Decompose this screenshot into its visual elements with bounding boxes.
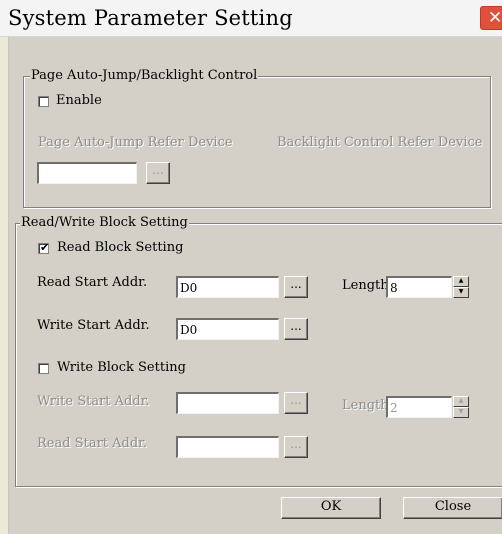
close-window-button[interactable]: ✕: [480, 6, 502, 30]
read-length-input[interactable]: 8: [386, 276, 452, 298]
title-bar[interactable]: System Parameter Setting ✕: [0, 0, 502, 37]
read-start-browse-button-disabled[interactable]: ...: [284, 436, 308, 458]
read-start-browse-button[interactable]: ...: [284, 276, 308, 298]
spin-up-icon[interactable]: ▲: [453, 396, 469, 407]
write-start-addr-input-disabled[interactable]: [176, 392, 279, 414]
read-length-label: Length: [342, 278, 389, 293]
write-length-spinner[interactable]: ▲ ▼: [453, 396, 469, 418]
read-length-spinner[interactable]: ▲ ▼: [453, 276, 469, 298]
enable-label[interactable]: Enable: [56, 93, 102, 108]
write-start-addr-label: Write Start Addr.: [37, 318, 150, 333]
spin-down-icon[interactable]: ▼: [453, 407, 469, 418]
write-start-browse-button-disabled[interactable]: ...: [284, 392, 308, 414]
dialog-title: System Parameter Setting: [8, 6, 293, 30]
read-start-addr-label-disabled: Read Start Addr.: [37, 436, 148, 451]
backlight-refer-device-label: Backlight Control Refer Device: [277, 135, 483, 150]
write-block-checkbox[interactable]: [38, 363, 49, 374]
ok-button[interactable]: OK: [281, 497, 381, 519]
spin-up-icon[interactable]: ▲: [453, 276, 469, 287]
read-start-addr-label: Read Start Addr.: [37, 275, 148, 290]
refer-device-browse-button[interactable]: ...: [146, 162, 170, 184]
read-start-addr-input-disabled[interactable]: [176, 436, 279, 458]
write-start-addr-input[interactable]: D0: [176, 318, 279, 340]
read-write-block-legend: Read/Write Block Setting: [20, 215, 189, 230]
write-length-label: Length: [342, 398, 389, 413]
read-write-block-group: Read/Write Block Setting ✔ Read Block Se…: [15, 215, 502, 487]
close-button[interactable]: Close: [403, 497, 502, 519]
refer-device-input[interactable]: [37, 162, 137, 184]
enable-checkbox[interactable]: [38, 96, 49, 107]
write-block-label[interactable]: Write Block Setting: [57, 360, 186, 375]
write-start-browse-button[interactable]: ...: [284, 318, 308, 340]
checkmark-icon: ✔: [40, 241, 50, 254]
write-start-addr-label-disabled: Write Start Addr.: [37, 394, 150, 409]
read-block-label[interactable]: Read Block Setting: [57, 240, 183, 255]
page-autojump-refer-device-label: Page Auto-Jump Refer Device: [38, 135, 233, 150]
dialog-body: Page Auto-Jump/Backlight Control Enable …: [8, 37, 502, 534]
read-block-checkbox[interactable]: ✔: [38, 241, 50, 254]
dialog-window: System Parameter Setting ✕ Page Auto-Jum…: [0, 0, 502, 534]
page-autojump-backlight-group: Page Auto-Jump/Backlight Control Enable …: [23, 68, 491, 208]
spin-down-icon[interactable]: ▼: [453, 287, 469, 298]
write-length-input[interactable]: 2: [386, 396, 452, 418]
close-icon: ✕: [488, 8, 502, 28]
page-autojump-backlight-legend: Page Auto-Jump/Backlight Control: [30, 68, 259, 83]
read-start-addr-input[interactable]: D0: [176, 276, 279, 298]
